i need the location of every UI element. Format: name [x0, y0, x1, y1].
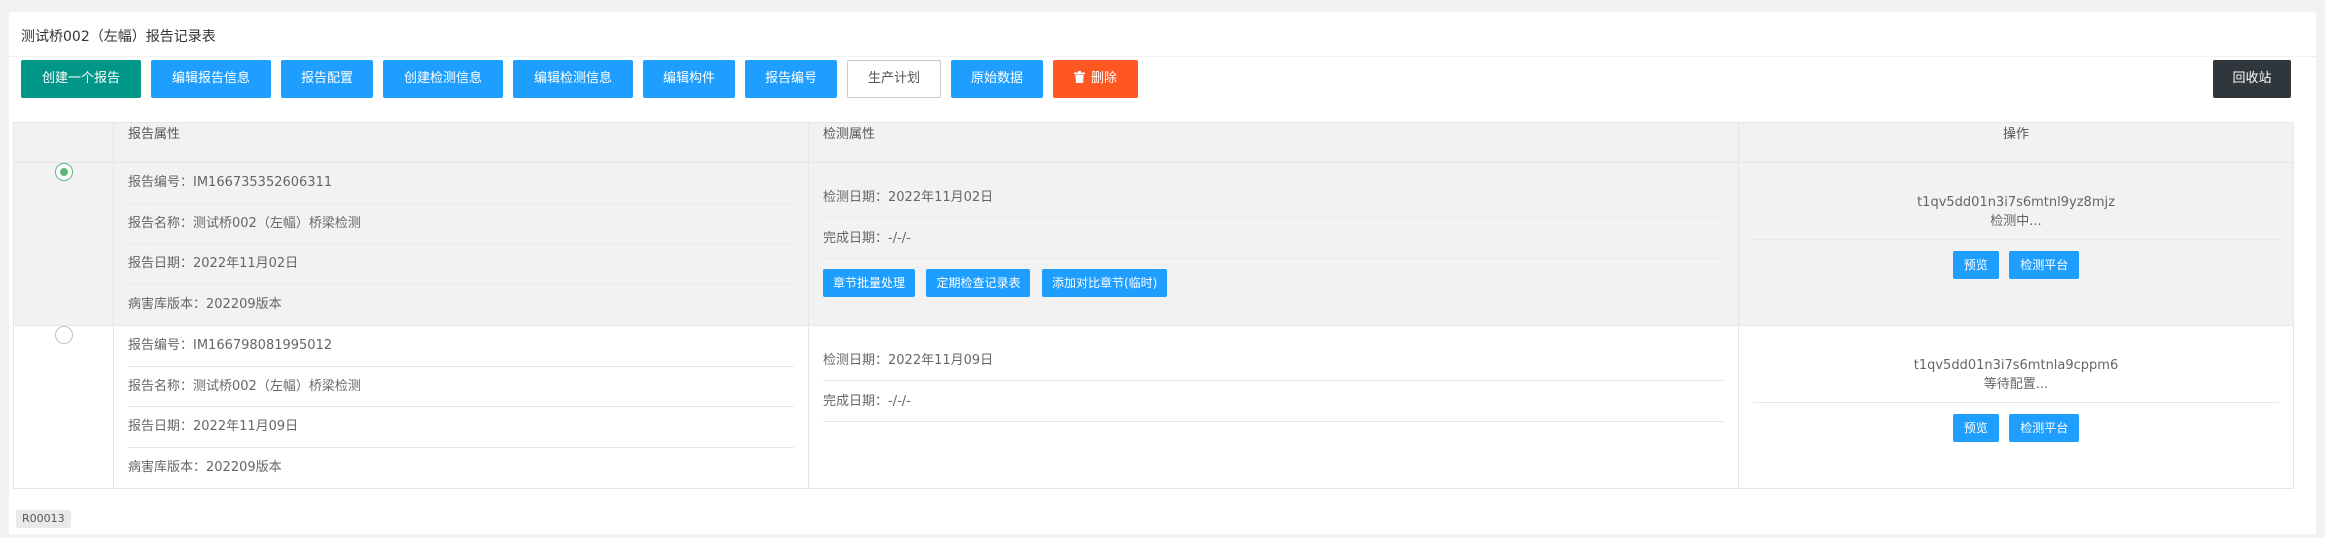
task-code: t1qv5dd01n3i7s6mtnl9yz8mjz — [1917, 195, 2115, 210]
report-date-text: 报告日期：2022年11月09日 — [128, 407, 794, 448]
table-row[interactable]: 报告编号：IM166735352606311 报告名称：测试桥002（左幅）桥梁… — [13, 162, 2294, 326]
report-date-text: 报告日期：2022年11月02日 — [128, 244, 794, 285]
disease-lib-text: 病害库版本：202209版本 — [128, 459, 282, 475]
detect-attr-cell: 检测日期：2022年11月09日 完成日期：-/-/- — [808, 325, 1739, 489]
edit-component-button[interactable]: 编辑构件 — [643, 60, 735, 98]
detect-attr-cell: 检测日期：2022年11月02日 完成日期：-/-/- 章节批量处理 定期检查记… — [808, 162, 1739, 326]
report-attr-cell: 报告编号：IM166735352606311 报告名称：测试桥002（左幅）桥梁… — [113, 162, 809, 326]
header-report-attr: 报告属性 — [113, 122, 809, 163]
row-radio[interactable] — [54, 326, 73, 344]
raw-data-button[interactable]: 原始数据 — [951, 60, 1043, 98]
preview-button[interactable]: 预览 — [1952, 414, 1999, 442]
report-number-text: 报告编号：IM166735352606311 — [128, 163, 794, 204]
task-status: 等待配置... — [1753, 375, 2279, 403]
finish-date-text: 完成日期：-/-/- — [823, 381, 1724, 422]
row-select-cell[interactable] — [13, 162, 114, 326]
detection-platform-button[interactable]: 检测平台 — [2009, 414, 2080, 442]
recycle-bin-button[interactable]: 回收站 — [2213, 60, 2291, 98]
task-code: t1qv5dd01n3i7s6mtnla9cppm6 — [1913, 358, 2119, 373]
report-attr-cell: 报告编号：IM166798081995012 报告名称：测试桥002（左幅）桥梁… — [113, 325, 809, 489]
table-row[interactable]: 报告编号：IM166798081995012 报告名称：测试桥002（左幅）桥梁… — [13, 325, 2294, 489]
delete-label: 删除 — [1090, 71, 1117, 86]
chapter-actions: 章节批量处理 定期检查记录表 添加对比章节(临时) — [823, 259, 1724, 297]
preview-button[interactable]: 预览 — [1952, 251, 1999, 279]
report-number-text: 报告编号：IM166798081995012 — [128, 326, 794, 367]
detect-date-text: 检测日期：2022年11月09日 — [823, 340, 1724, 381]
edit-detection-info-button[interactable]: 编辑检测信息 — [513, 60, 633, 98]
add-compare-chapter-button[interactable]: 添加对比章节(临时) — [1041, 269, 1168, 297]
periodic-check-record-button[interactable]: 定期检查记录表 — [926, 269, 1031, 297]
header-select — [13, 122, 114, 163]
finish-date-text: 完成日期：-/-/- — [823, 218, 1724, 259]
ops-cell: t1qv5dd01n3i7s6mtnl9yz8mjz 检测中... 预览 检测平… — [1738, 162, 2294, 326]
record-id-tag: R00013 — [16, 510, 71, 528]
header-ops: 操作 — [1738, 122, 2294, 163]
production-plan-button[interactable]: 生产计划 — [847, 60, 941, 98]
report-name-text: 报告名称：测试桥002（左幅）桥梁检测 — [128, 204, 794, 244]
create-detection-info-button[interactable]: 创建检测信息 — [383, 60, 503, 98]
row-select-cell[interactable] — [13, 325, 114, 489]
edit-report-info-button[interactable]: 编辑报告信息 — [151, 60, 271, 98]
card-header: 测试桥002（左幅）报告记录表 — [9, 12, 2316, 57]
chapter-batch-button[interactable]: 章节批量处理 — [823, 269, 916, 297]
delete-button[interactable]: 删除 — [1053, 60, 1138, 98]
task-status: 检测中... — [1753, 212, 2279, 240]
ops-cell: t1qv5dd01n3i7s6mtnla9cppm6 等待配置... 预览 检测… — [1738, 325, 2294, 489]
page-title: 测试桥002（左幅）报告记录表 — [21, 29, 216, 45]
disease-lib-text: 病害库版本：202209版本 — [128, 296, 282, 312]
header-detect-attr: 检测属性 — [808, 122, 1739, 163]
report-name-text: 报告名称：测试桥002（左幅）桥梁检测 — [128, 367, 794, 407]
table-header-row: 报告属性 检测属性 操作 — [13, 122, 2294, 163]
report-config-button[interactable]: 报告配置 — [281, 60, 373, 98]
trash-icon — [1073, 71, 1085, 83]
create-report-button[interactable]: 创建一个报告 — [21, 60, 141, 98]
report-number-button[interactable]: 报告编号 — [745, 60, 837, 98]
report-table: 报告属性 检测属性 操作 报告编号：IM166735352606311 报告名称… — [13, 122, 2294, 489]
row-radio-selected[interactable] — [54, 163, 73, 181]
detect-date-text: 检测日期：2022年11月02日 — [823, 177, 1724, 218]
detection-platform-button[interactable]: 检测平台 — [2009, 251, 2080, 279]
